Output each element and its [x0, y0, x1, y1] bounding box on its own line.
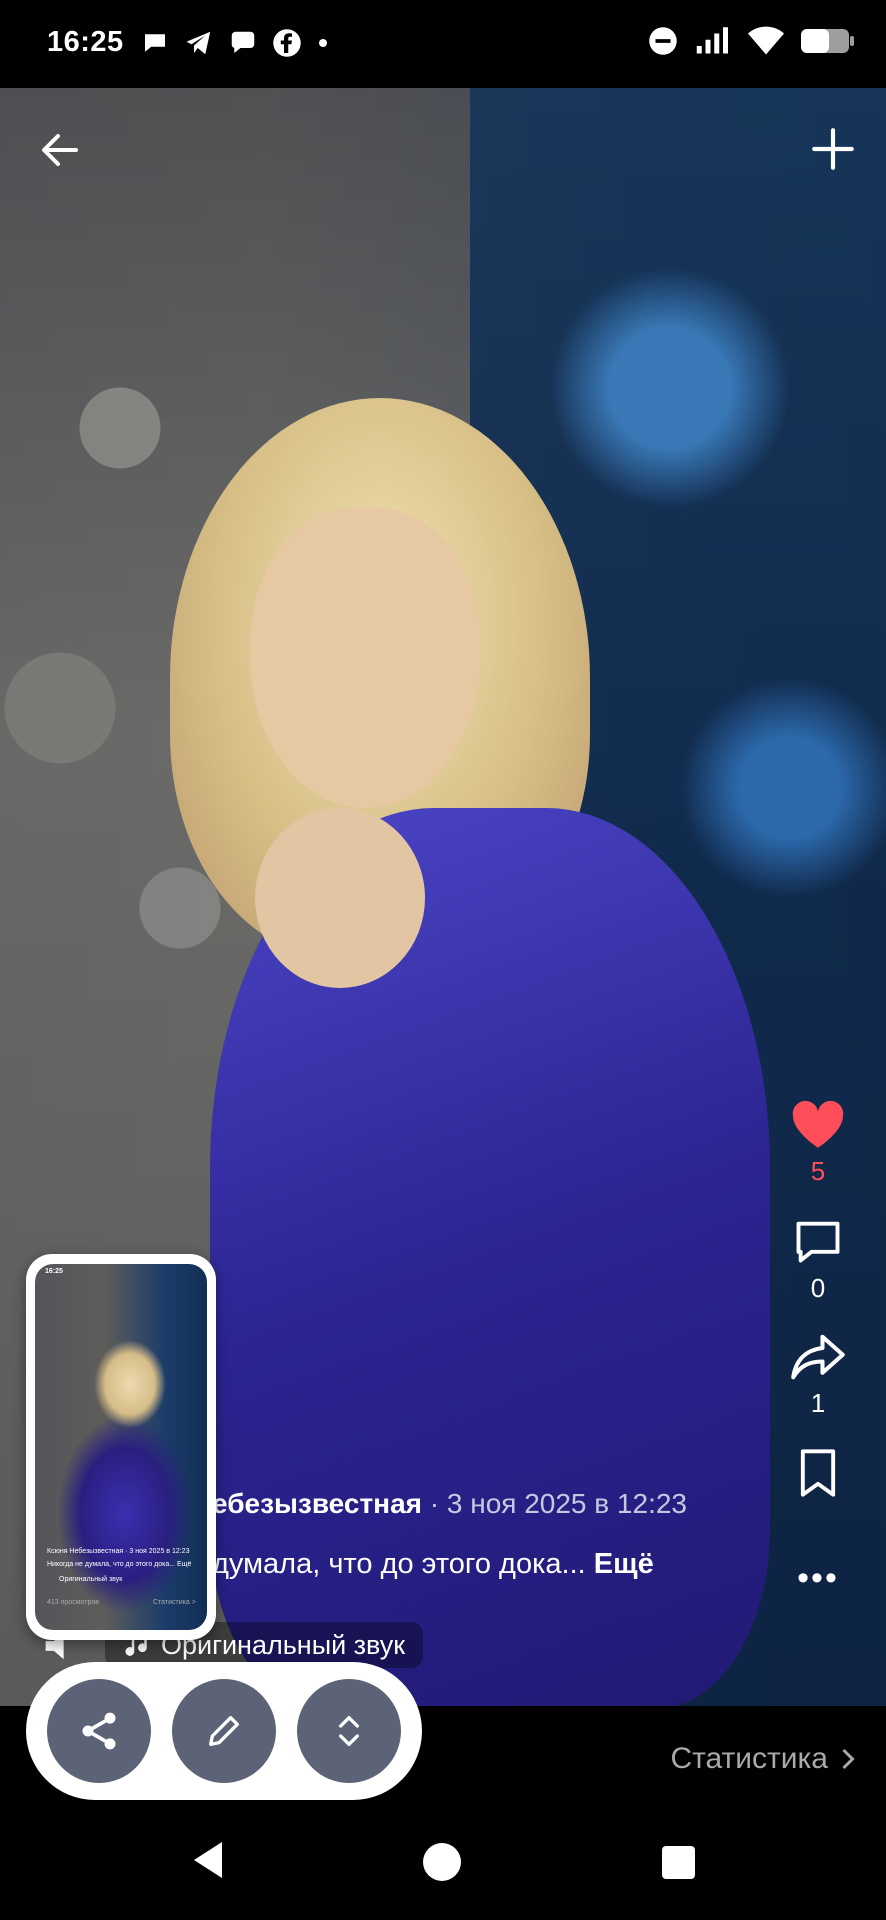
caption-text: думала, что до этого дока... — [212, 1548, 586, 1580]
post-caption[interactable]: думала, что до этого дока... Ещё — [212, 1548, 654, 1581]
dot-icon — [319, 39, 327, 47]
comment-icon[interactable] — [792, 1215, 844, 1267]
thumb-stats-line: Статистика > — [153, 1599, 196, 1606]
comment-action[interactable]: 0 — [792, 1215, 844, 1332]
facebook-icon — [273, 29, 301, 57]
statistics-label: Статистика — [670, 1742, 828, 1775]
screenshot-toolbar — [26, 1662, 422, 1800]
system-icons — [648, 26, 856, 56]
expand-vertical-icon — [339, 1716, 359, 1746]
share-arrow-icon[interactable] — [791, 1332, 845, 1382]
nav-home-icon[interactable] — [423, 1843, 461, 1881]
thumb-status-time: 16:25 — [45, 1268, 63, 1275]
back-arrow-icon[interactable] — [36, 126, 84, 174]
thumb-sound-line: Оригинальный звук — [59, 1576, 123, 1583]
caption-more-link[interactable]: Ещё — [594, 1548, 654, 1580]
statistics-link[interactable]: Статистика — [670, 1742, 856, 1776]
chevron-right-icon — [842, 1748, 855, 1770]
wifi-icon — [748, 26, 784, 55]
action-column: 5 0 1 ••• — [768, 1100, 868, 1598]
battery-icon — [801, 29, 854, 53]
nav-back-icon[interactable] — [190, 1838, 226, 1882]
heart-icon[interactable] — [790, 1100, 846, 1150]
screenshot-preview[interactable]: 16:25 Ксюня Небезызвестная · 3 ноя 2025 … — [26, 1254, 216, 1640]
post-date: 3 ноя 2025 в 12:23 — [446, 1488, 687, 1519]
share-action[interactable]: 1 — [791, 1332, 845, 1447]
telegram-icon — [186, 31, 211, 55]
bookmark-icon[interactable] — [795, 1447, 841, 1499]
like-count: 5 — [810, 1156, 826, 1186]
edit-button[interactable] — [172, 1679, 276, 1783]
share-button[interactable] — [47, 1679, 151, 1783]
author-name[interactable]: ебезызвестная — [212, 1488, 422, 1519]
notification-icons — [140, 28, 330, 58]
person-face — [250, 508, 480, 808]
thumb-views-line: 413 просмотров — [47, 1599, 99, 1606]
thumb-caption-line: Никогда не думала, что до этого дока... … — [47, 1561, 192, 1568]
share-count: 1 — [810, 1388, 826, 1418]
bookmark-action[interactable] — [795, 1447, 841, 1499]
separator: · — [429, 1488, 440, 1519]
expand-capture-button[interactable] — [297, 1679, 401, 1783]
comment-count: 0 — [810, 1273, 826, 1303]
nav-recents-icon[interactable] — [662, 1846, 695, 1879]
post-author-line[interactable]: ебезызвестная · 3 ноя 2025 в 12:23 — [212, 1488, 687, 1520]
person-hand — [255, 808, 425, 988]
status-time: 16:25 — [47, 26, 124, 58]
like-action[interactable]: 5 — [790, 1100, 846, 1215]
pencil-icon — [209, 1716, 239, 1746]
do-not-disturb-icon — [649, 27, 677, 55]
chat-icon — [145, 34, 165, 52]
plus-icon[interactable] — [808, 124, 858, 174]
message-icon — [231, 31, 255, 53]
share-icon — [82, 1712, 116, 1750]
status-bar: 16:25 — [0, 0, 886, 88]
signal-icon — [696, 27, 728, 54]
screenshot-thumbnail: 16:25 Ксюня Небезызвестная · 3 ноя 2025 … — [35, 1264, 207, 1630]
more-options-icon[interactable]: ••• — [797, 1559, 839, 1598]
thumb-author-line: Ксюня Небезызвестная · 3 ноя 2025 в 12:2… — [47, 1548, 190, 1555]
